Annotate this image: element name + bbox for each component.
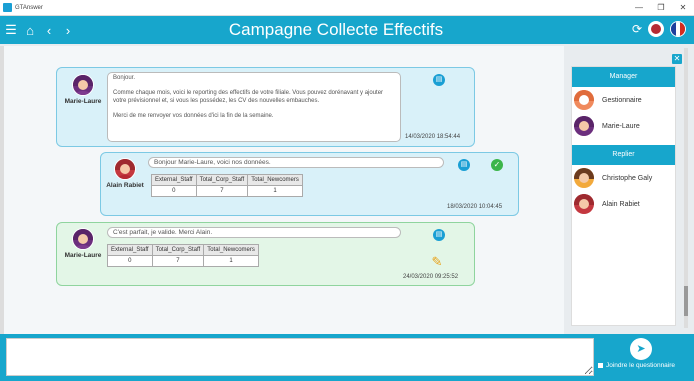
table-header: Total_Corp_Staff bbox=[151, 244, 205, 256]
avatar bbox=[574, 116, 594, 136]
clipboard-icon[interactable]: ▤ bbox=[458, 159, 470, 171]
window-titlebar: GTAnswer — ❐ ✕ bbox=[0, 0, 694, 16]
reply-section-title: Replier bbox=[572, 145, 675, 165]
table-cell[interactable]: 1 bbox=[247, 185, 303, 197]
close-window-button[interactable]: ✕ bbox=[672, 3, 694, 12]
message-text: Bonjour. Comme chaque mois, voici le rep… bbox=[107, 72, 401, 142]
participants-panel: Manager Gestionnaire Marie-Laure Replier… bbox=[571, 66, 676, 326]
message-text: C'est parfait, je valide. Merci Alain. bbox=[107, 227, 401, 238]
app-name: GTAnswer bbox=[15, 4, 43, 11]
refresh-icon[interactable]: ⟳ bbox=[632, 22, 642, 36]
message-timestamp: 18/03/2020 10:04:45 bbox=[447, 204, 503, 210]
participant-item[interactable]: Alain Rabiet bbox=[572, 191, 675, 217]
message-author: Marie-Laure bbox=[59, 228, 107, 259]
participant-item[interactable]: Marie-Laure bbox=[572, 113, 675, 139]
chevron-left-icon[interactable]: ‹ bbox=[41, 23, 57, 38]
language-flag-icon[interactable] bbox=[670, 21, 686, 37]
check-icon[interactable]: ✓ bbox=[491, 159, 503, 171]
checkbox[interactable] bbox=[598, 363, 603, 368]
message-text: Bonjour Marie-Laure, voici nos données. bbox=[148, 157, 444, 168]
minimize-button[interactable]: — bbox=[628, 3, 650, 12]
table-header: Total_Newcomers bbox=[247, 174, 303, 186]
table-header: Total_Newcomers bbox=[203, 244, 259, 256]
join-questionnaire-checkbox[interactable]: Joindre le questionnaire bbox=[598, 362, 675, 369]
avatar bbox=[114, 158, 136, 180]
home-icon[interactable]: ⌂ bbox=[22, 23, 38, 38]
message-author: Marie-Laure bbox=[59, 74, 107, 105]
data-table: External_Staff Total_Corp_Staff Total_Ne… bbox=[151, 174, 303, 197]
participant-item[interactable]: Gestionnaire bbox=[572, 87, 675, 113]
table-cell[interactable]: 0 bbox=[151, 185, 197, 197]
table-cell[interactable]: 0 bbox=[107, 255, 153, 267]
clipboard-icon[interactable]: ▤ bbox=[433, 229, 445, 241]
send-button[interactable]: ➤ bbox=[630, 338, 652, 360]
compose-bar: ➤ Joindre le questionnaire bbox=[0, 334, 694, 381]
edit-icon[interactable]: ✎ bbox=[430, 255, 444, 269]
message-card: Marie-Laure C'est parfait, je valide. Me… bbox=[56, 222, 475, 286]
participant-item[interactable]: Christophe Galy bbox=[572, 165, 675, 191]
top-navbar: ☰ ⌂ ‹ › Campagne Collecte Effectifs ⟳ bbox=[0, 16, 694, 44]
table-row: 0 7 1 bbox=[107, 255, 259, 267]
message-author: Alain Rabiet bbox=[99, 158, 151, 189]
message-timestamp: 24/03/2020 09:25:52 bbox=[403, 274, 459, 280]
clipboard-icon[interactable]: ▤ bbox=[433, 74, 445, 86]
table-cell[interactable]: 7 bbox=[151, 255, 205, 267]
manager-section-title: Manager bbox=[572, 67, 675, 87]
data-table: External_Staff Total_Corp_Staff Total_Ne… bbox=[107, 244, 259, 267]
vertical-scrollbar[interactable] bbox=[684, 48, 688, 328]
close-panel-icon[interactable]: ✕ bbox=[672, 54, 682, 64]
message-input[interactable] bbox=[6, 338, 594, 376]
table-row: 0 7 1 bbox=[151, 185, 303, 197]
avatar bbox=[574, 168, 594, 188]
user-avatar[interactable] bbox=[648, 21, 664, 37]
message-timestamp: 14/03/2020 18:54:44 bbox=[405, 134, 461, 140]
message-card: Marie-Laure Bonjour. Comme chaque mois, … bbox=[56, 67, 475, 147]
table-header: External_Staff bbox=[151, 174, 197, 186]
table-cell[interactable]: 1 bbox=[203, 255, 259, 267]
app-logo-icon bbox=[3, 3, 12, 12]
avatar bbox=[574, 194, 594, 214]
maximize-button[interactable]: ❐ bbox=[650, 3, 672, 12]
page-title: Campagne Collecte Effectifs bbox=[228, 20, 444, 39]
avatar bbox=[72, 74, 94, 96]
avatar bbox=[574, 90, 594, 110]
chevron-right-icon[interactable]: › bbox=[60, 23, 76, 38]
table-header: Total_Corp_Staff bbox=[195, 174, 249, 186]
hamburger-icon[interactable]: ☰ bbox=[3, 22, 19, 38]
message-card: Alain Rabiet Bonjour Marie-Laure, voici … bbox=[100, 152, 519, 216]
avatar bbox=[72, 228, 94, 250]
table-header: External_Staff bbox=[107, 244, 153, 256]
scrollbar-thumb[interactable] bbox=[684, 286, 688, 316]
table-cell[interactable]: 7 bbox=[195, 185, 249, 197]
